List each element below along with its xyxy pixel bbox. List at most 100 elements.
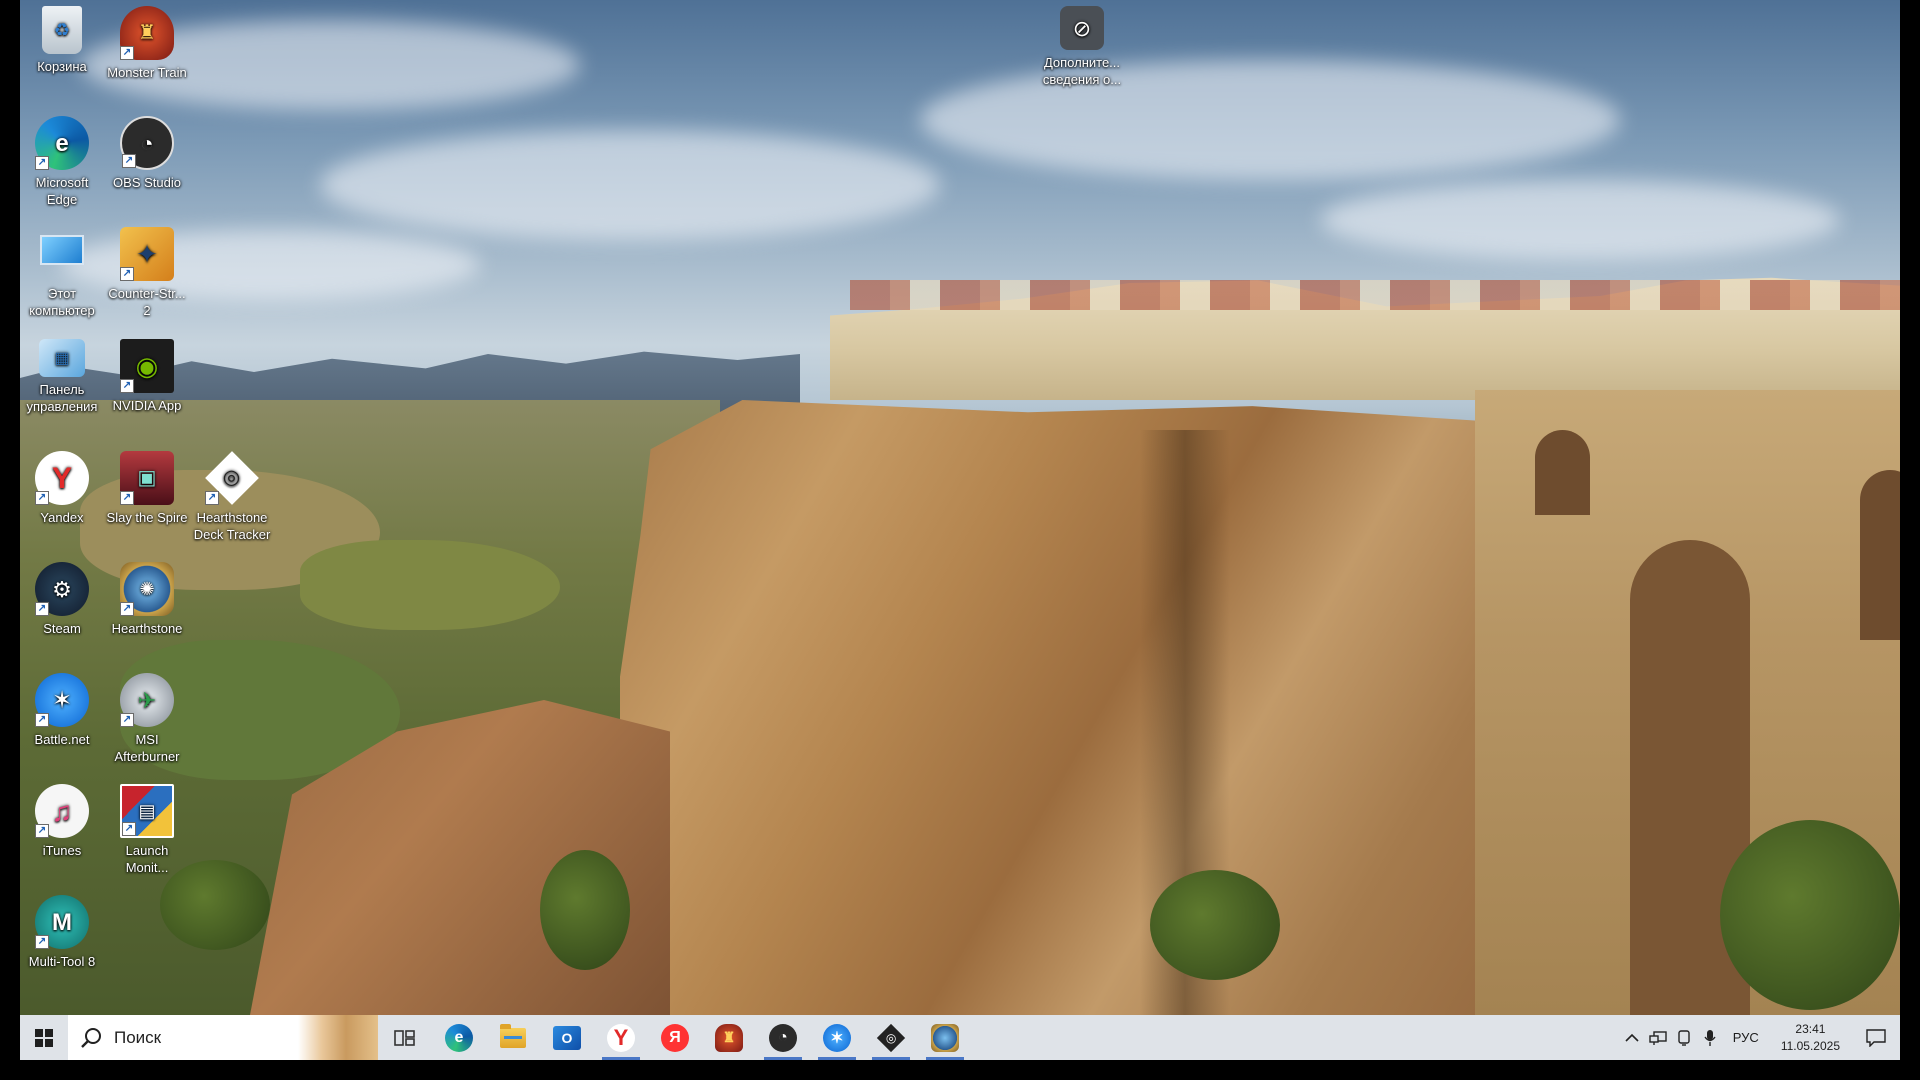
notification-icon — [1866, 1028, 1886, 1047]
slay-the-spire-icon: ▣ ↗ — [120, 451, 174, 505]
shortcut-arrow-icon: ↗ — [35, 935, 49, 949]
desktop-icon-additional-info[interactable]: ⊘ Дополните... сведения о... — [1038, 6, 1126, 88]
desktop-icon-msi-afterburner[interactable]: ✈ ↗ MSI Afterburner — [105, 673, 189, 765]
edge-icon: e — [445, 1023, 473, 1052]
shortcut-arrow-icon: ↗ — [122, 822, 136, 836]
screen-frame-left — [0, 0, 20, 1080]
nvidia-icon: ◉ ↗ — [120, 339, 174, 393]
edge-icon: e ↗ — [35, 116, 89, 170]
additional-info-icon: ⊘ — [1060, 6, 1104, 50]
clock-time: 23:41 — [1795, 1021, 1826, 1036]
tray-clock[interactable]: 23:41 11.05.2025 — [1769, 1021, 1852, 1055]
counter-strike-icon: ✦ ↗ — [120, 227, 174, 281]
chevron-up-icon — [1625, 1033, 1639, 1042]
taskbar: Поиск e O Y Я ♜ ◔ ✶ ◎ РУС 23:41 11.05.20… — [20, 1015, 1900, 1060]
obs-icon: ◔ ↗ — [120, 116, 174, 170]
taskbar-battlenet[interactable]: ✶ — [810, 1015, 864, 1060]
taskbar-monster-train[interactable]: ♜ — [702, 1015, 756, 1060]
microphone-icon — [1704, 1029, 1716, 1046]
desktop-icon-monster-train[interactable]: ♜ ↗ Monster Train — [105, 6, 189, 81]
desktop-icon-launch-monitor[interactable]: ▤ ↗ Launch Monit... — [105, 784, 189, 876]
taskbar-outlook[interactable]: O — [540, 1015, 594, 1060]
desktop-icon-yandex[interactable]: Y ↗ Yandex — [20, 451, 104, 526]
task-view-icon — [394, 1029, 415, 1046]
network-icon — [1649, 1030, 1667, 1045]
taskbar-yandex[interactable]: Я — [648, 1015, 702, 1060]
shortcut-arrow-icon: ↗ — [120, 46, 134, 60]
device-icon — [1678, 1029, 1690, 1046]
tray-language[interactable]: РУС — [1723, 1030, 1769, 1045]
desktop-icon-slay-the-spire[interactable]: ▣ ↗ Slay the Spire — [105, 451, 189, 526]
yandex-icon: Y ↗ — [35, 451, 89, 505]
start-button[interactable] — [20, 1015, 68, 1060]
desktop-icon-microsoft-edge[interactable]: e ↗ Microsoft Edge — [20, 116, 104, 208]
screen-frame-bottom — [0, 1060, 1920, 1080]
hearthstone-icon: ✺ ↗ — [120, 562, 174, 616]
itunes-icon: ♫ ↗ — [35, 784, 89, 838]
clock-date: 11.05.2025 — [1780, 1038, 1840, 1053]
shortcut-arrow-icon: ↗ — [35, 491, 49, 505]
msi-afterburner-icon: ✈ ↗ — [120, 673, 174, 727]
folder-icon — [500, 1023, 526, 1048]
taskbar-hearthstone-deck-tracker[interactable]: ◎ — [864, 1015, 918, 1060]
desktop-icon-obs-studio[interactable]: ◔ ↗ OBS Studio — [105, 116, 189, 191]
battlenet-icon: ✶ — [823, 1023, 851, 1052]
hearthstone-icon — [931, 1023, 959, 1052]
taskbar-task-view[interactable] — [378, 1015, 432, 1060]
desktop-icon-recycle-bin[interactable]: ♻ Корзина — [20, 6, 104, 75]
taskbar-hearthstone[interactable] — [918, 1015, 972, 1060]
desktop-icon-steam[interactable]: ⚙ ↗ Steam — [20, 562, 104, 637]
shortcut-arrow-icon: ↗ — [35, 602, 49, 616]
taskbar-yandex-browser[interactable]: Y — [594, 1015, 648, 1060]
hearthstone-deck-tracker-icon: ◎ ↗ — [205, 451, 259, 505]
desktop-icon-control-panel[interactable]: ▦ Панель управления — [20, 339, 104, 415]
hearthstone-deck-tracker-icon: ◎ — [876, 1023, 906, 1052]
multi-tool-icon: M ↗ — [35, 895, 89, 949]
search-placeholder: Поиск — [114, 1027, 162, 1047]
outlook-icon: O — [553, 1025, 581, 1050]
shortcut-arrow-icon: ↗ — [205, 491, 219, 505]
launch-monitor-icon: ▤ ↗ — [120, 784, 174, 838]
desktop-icon-counter-strike-2[interactable]: ✦ ↗ Counter-Str... 2 — [105, 227, 189, 319]
monster-train-icon: ♜ ↗ — [120, 6, 174, 60]
tray-network[interactable] — [1645, 1015, 1671, 1060]
taskbar-file-explorer[interactable] — [486, 1015, 540, 1060]
control-panel-icon: ▦ — [39, 339, 85, 377]
shortcut-arrow-icon: ↗ — [120, 379, 134, 393]
monster-train-icon: ♜ — [715, 1023, 743, 1052]
desktop-icon-battlenet[interactable]: ✶ ↗ Battle.net — [20, 673, 104, 748]
desktop-icon-this-pc[interactable]: Этот компьютер — [20, 227, 104, 319]
this-pc-icon — [35, 227, 89, 281]
system-tray: РУС 23:41 11.05.2025 — [1619, 1015, 1900, 1060]
obs-icon: ◔ — [769, 1023, 797, 1052]
shortcut-arrow-icon: ↗ — [120, 267, 134, 281]
desktop-icon-hearthstone-deck-tracker[interactable]: ◎ ↗ Hearthstone Deck Tracker — [190, 451, 274, 543]
notification-center-button[interactable] — [1852, 1015, 1900, 1060]
taskbar-search-box[interactable]: Поиск — [68, 1015, 378, 1060]
shortcut-arrow-icon: ↗ — [120, 602, 134, 616]
recycle-bin-icon: ♻ — [42, 6, 82, 54]
screen-frame-right — [1900, 0, 1920, 1080]
yandex-browser-icon: Y — [607, 1023, 635, 1052]
search-icon — [81, 1027, 101, 1048]
tray-microphone[interactable] — [1697, 1015, 1723, 1060]
search-highlight-art — [298, 1015, 378, 1060]
steam-icon: ⚙ ↗ — [35, 562, 89, 616]
taskbar-edge[interactable]: e — [432, 1015, 486, 1060]
shortcut-arrow-icon: ↗ — [120, 491, 134, 505]
tray-overflow-button[interactable] — [1619, 1015, 1645, 1060]
windows-start-icon — [35, 1028, 53, 1047]
shortcut-arrow-icon: ↗ — [122, 154, 136, 168]
yandex-icon: Я — [661, 1023, 689, 1052]
shortcut-arrow-icon: ↗ — [35, 713, 49, 727]
desktop-icon-nvidia-app[interactable]: ◉ ↗ NVIDIA App — [105, 339, 189, 414]
desktop-icon-itunes[interactable]: ♫ ↗ iTunes — [20, 784, 104, 859]
desktop-icon-hearthstone[interactable]: ✺ ↗ Hearthstone — [105, 562, 189, 637]
desktop-icon-multi-tool-8[interactable]: M ↗ Multi-Tool 8 — [20, 895, 104, 970]
tray-device[interactable] — [1671, 1015, 1697, 1060]
shortcut-arrow-icon: ↗ — [35, 824, 49, 838]
desktop-wallpaper — [20, 0, 1900, 1015]
taskbar-obs[interactable]: ◔ — [756, 1015, 810, 1060]
battlenet-icon: ✶ ↗ — [35, 673, 89, 727]
shortcut-arrow-icon: ↗ — [120, 713, 134, 727]
